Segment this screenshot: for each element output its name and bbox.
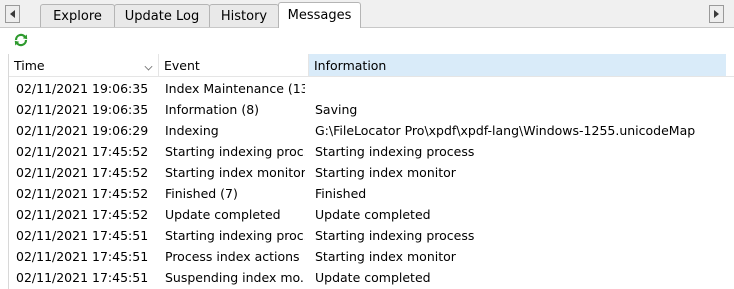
time-cell: 02/11/2021 19:06:35 [16, 102, 149, 117]
column-header-label: Time [14, 57, 45, 73]
tab-strip: Explore Update Log History Messages [0, 0, 734, 28]
sort-descending-icon [144, 62, 153, 71]
table-row[interactable]: 02/11/2021 19:06:35 Index Maintenance (1… [9, 78, 734, 99]
time-cell: 02/11/2021 17:45:51 [16, 270, 149, 285]
information-cell: Starting indexing process [315, 144, 475, 159]
event-cell: Suspending index mo... [165, 270, 305, 285]
time-cell: 02/11/2021 19:06:35 [16, 81, 149, 96]
refresh-icon[interactable] [13, 32, 29, 48]
time-cell: 02/11/2021 17:45:52 [16, 165, 149, 180]
messages-grid: Time Event Information 02/11/2021 19:06:… [8, 54, 734, 289]
grid-header: Time Event Information [9, 54, 734, 77]
information-cell: Starting index monitor [315, 165, 456, 180]
column-header-label: Event [164, 57, 200, 73]
event-cell: Information (8) [165, 102, 260, 117]
table-row[interactable]: 02/11/2021 19:06:35 Information (8) Savi… [9, 99, 734, 120]
toolbar [0, 28, 734, 54]
tab-history[interactable]: History [209, 4, 279, 27]
column-header-time[interactable]: Time [9, 54, 159, 76]
event-cell: Update completed [165, 207, 281, 222]
grid-rows: 02/11/2021 19:06:35 Index Maintenance (1… [9, 78, 734, 288]
column-header-label: Information [314, 57, 387, 73]
table-row[interactable]: 02/11/2021 17:45:52 Update completed Upd… [9, 204, 734, 225]
information-cell: G:\FileLocator Pro\xpdf\xpdf-lang\Window… [315, 123, 696, 138]
table-row[interactable]: 02/11/2021 17:45:52 Starting indexing pr… [9, 141, 734, 162]
table-row[interactable]: 02/11/2021 17:45:52 Finished (7) Finishe… [9, 183, 734, 204]
arrow-left-icon [10, 10, 15, 18]
information-cell: Saving [315, 102, 358, 117]
tab-messages[interactable]: Messages [278, 2, 361, 28]
arrow-right-icon [714, 10, 719, 18]
information-cell: Update completed [315, 270, 431, 285]
time-cell: 02/11/2021 17:45:51 [16, 228, 149, 243]
event-cell: Starting indexing proc... [165, 228, 305, 243]
event-cell: Process index actions [165, 249, 300, 264]
tab-label: Update Log [124, 8, 200, 24]
time-cell: 02/11/2021 17:45:52 [16, 144, 149, 159]
tab-scroll-right-button[interactable] [709, 5, 724, 23]
information-cell: Update completed [315, 207, 431, 222]
messages-panel: Explore Update Log History Messages Time [0, 0, 734, 289]
table-row[interactable]: 02/11/2021 17:45:51 Starting indexing pr… [9, 225, 734, 246]
time-cell: 02/11/2021 17:45:52 [16, 207, 149, 222]
tab-label: Explore [53, 8, 102, 24]
event-cell: Finished (7) [165, 186, 238, 201]
time-cell: 02/11/2021 17:45:51 [16, 249, 149, 264]
information-cell: Starting index monitor [315, 249, 456, 264]
time-cell: 02/11/2021 19:06:29 [16, 123, 149, 138]
event-cell: Starting indexing proc... [165, 144, 305, 159]
event-cell: Index Maintenance (13) [165, 81, 305, 96]
event-cell: Starting index monitor [165, 165, 305, 180]
information-cell: Starting indexing process [315, 228, 475, 243]
time-cell: 02/11/2021 17:45:52 [16, 186, 149, 201]
information-cell: Finished [315, 186, 367, 201]
table-row[interactable]: 02/11/2021 19:06:29 Indexing G:\FileLoca… [9, 120, 734, 141]
information-cell [315, 78, 730, 99]
column-header-information[interactable]: Information [309, 54, 726, 76]
event-cell: Indexing [165, 123, 219, 138]
column-header-event[interactable]: Event [159, 54, 309, 76]
table-row[interactable]: 02/11/2021 17:45:51 Process index action… [9, 246, 734, 267]
tab-label: History [220, 8, 268, 24]
table-row[interactable]: 02/11/2021 17:45:52 Starting index monit… [9, 162, 734, 183]
tab-scroll-left-button[interactable] [5, 5, 20, 23]
tab-update-log[interactable]: Update Log [114, 4, 210, 27]
tab-label: Messages [287, 8, 352, 23]
tab-explore[interactable]: Explore [40, 4, 115, 27]
table-row[interactable]: 02/11/2021 17:45:51 Suspending index mo.… [9, 267, 734, 288]
